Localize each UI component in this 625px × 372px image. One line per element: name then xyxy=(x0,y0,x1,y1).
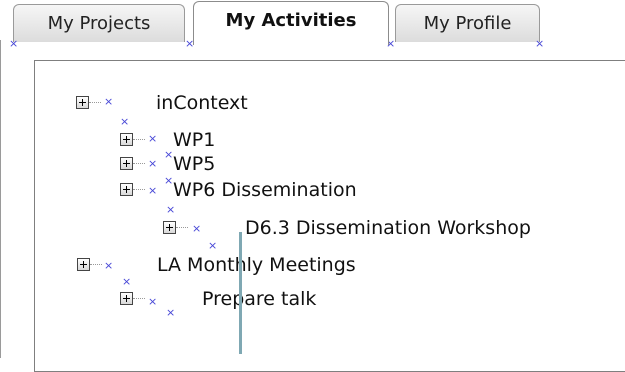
broken-image-x-icon: × xyxy=(104,259,114,272)
broken-image-x-icon: × xyxy=(148,295,158,308)
tab-my-activities[interactable]: My Activities xyxy=(193,1,389,45)
tree-node-label: WP6 Dissemination xyxy=(173,179,357,201)
expand-plus-icon[interactable] xyxy=(120,292,133,305)
broken-image-x-icon: × xyxy=(148,132,158,145)
tree-connector xyxy=(176,227,188,228)
tree-connector xyxy=(133,139,145,140)
tree-connector xyxy=(133,163,145,164)
expand-plus-icon[interactable] xyxy=(120,157,133,170)
tree-connector xyxy=(133,189,145,190)
content-left-border xyxy=(0,40,1,358)
broken-image-x-icon: × xyxy=(120,115,130,128)
tree-connector xyxy=(133,298,145,299)
broken-image-x-icon: × xyxy=(166,203,176,216)
broken-image-x-icon: × xyxy=(148,157,158,170)
broken-image-x-icon: × xyxy=(104,95,114,108)
expand-plus-icon[interactable] xyxy=(120,183,133,196)
tree-node-prepare-talk[interactable]: Prepare talk xyxy=(120,286,380,312)
broken-image-x-icon: × xyxy=(208,239,218,252)
tree-connector xyxy=(90,264,102,265)
tree-node-label: D6.3 Dissemination Workshop xyxy=(245,217,531,239)
tab-bar: My Projects My Activities My Profile xyxy=(0,0,625,45)
broken-image-x-icon: × xyxy=(148,184,158,197)
expand-plus-icon[interactable] xyxy=(77,258,90,271)
tree-node-label: LA Monthly Meetings xyxy=(157,254,356,276)
broken-image-x-icon: × xyxy=(166,306,176,319)
expand-plus-icon[interactable] xyxy=(76,96,89,109)
expand-plus-icon[interactable] xyxy=(163,221,176,234)
broken-image-x-icon: × xyxy=(535,37,545,50)
tree-node-label: WP5 xyxy=(173,153,216,175)
tree-node-wp6[interactable]: WP6 Dissemination xyxy=(120,177,380,203)
tree-node-label: WP1 xyxy=(173,129,216,151)
broken-image-x-icon: × xyxy=(192,222,202,235)
tab-my-projects[interactable]: My Projects xyxy=(13,4,185,42)
vertical-guide-line xyxy=(239,232,242,354)
tab-my-profile[interactable]: My Profile xyxy=(395,4,540,42)
tree-node-label: inContext xyxy=(156,92,248,114)
expand-plus-icon[interactable] xyxy=(120,133,133,146)
tree-connector xyxy=(89,102,101,103)
tree-node-d63[interactable]: D6.3 Dissemination Workshop xyxy=(163,215,583,241)
tree-node-label: Prepare talk xyxy=(202,288,317,310)
broken-image-x-icon: × xyxy=(9,37,19,50)
